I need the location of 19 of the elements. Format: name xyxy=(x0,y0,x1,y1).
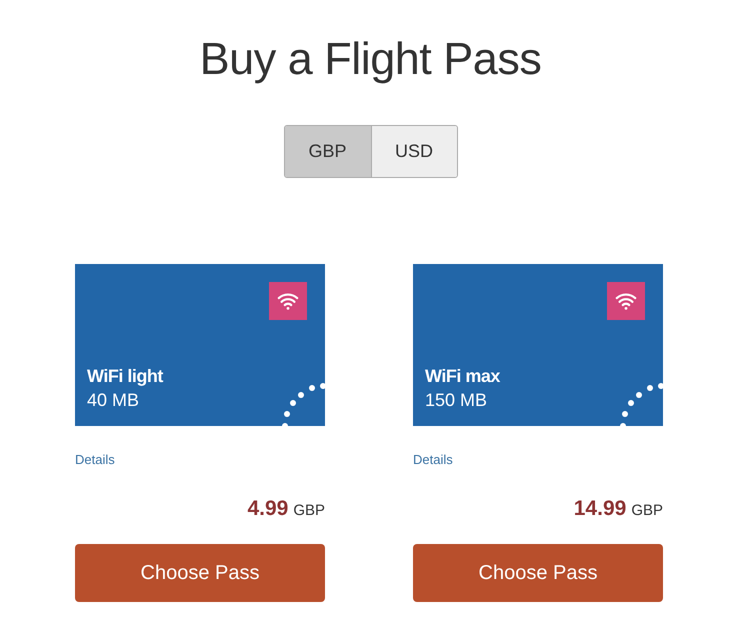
price-amount: 14.99 xyxy=(574,496,626,522)
dotted-arc-drawing xyxy=(279,380,325,426)
price-currency: GBP xyxy=(631,501,663,521)
price-amount: 4.99 xyxy=(247,496,288,522)
pass-allowance: 40 MB xyxy=(87,389,140,412)
dotted-arc-drawing xyxy=(617,380,663,426)
pass-allowance: 150 MB xyxy=(425,389,488,412)
pass-name: WiFi max xyxy=(425,365,500,388)
details-link[interactable]: Details xyxy=(75,452,115,468)
wifi-icon xyxy=(269,282,307,320)
choose-pass-button[interactable]: Choose Pass xyxy=(75,544,325,602)
choose-pass-button[interactable]: Choose Pass xyxy=(413,544,663,602)
currency-tab[interactable]: USD xyxy=(370,126,456,177)
currency-tab[interactable]: GBP xyxy=(284,126,370,177)
pass-name: WiFi light xyxy=(87,365,163,388)
wifi-icon xyxy=(607,282,645,320)
details-link[interactable]: Details xyxy=(413,452,453,468)
price-currency: GBP xyxy=(293,501,325,521)
page-title: Buy a Flight Pass xyxy=(200,32,542,86)
